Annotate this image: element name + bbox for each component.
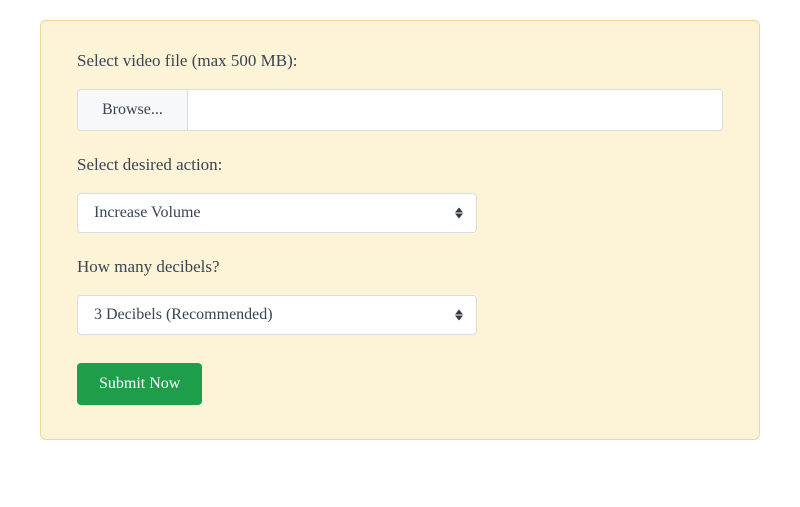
decibels-select-wrapper: 3 Decibels (Recommended) (77, 295, 477, 335)
submit-button[interactable]: Submit Now (77, 363, 202, 405)
action-field-group: Select desired action: Increase Volume (77, 155, 723, 233)
action-select[interactable]: Increase Volume (77, 193, 477, 233)
action-select-wrapper: Increase Volume (77, 193, 477, 233)
decibels-field-label: How many decibels? (77, 257, 723, 277)
decibels-select[interactable]: 3 Decibels (Recommended) (77, 295, 477, 335)
file-name-display (187, 89, 723, 131)
file-field-group: Select video file (max 500 MB): Browse..… (77, 51, 723, 131)
decibels-field-group: How many decibels? 3 Decibels (Recommend… (77, 257, 723, 335)
file-field-label: Select video file (max 500 MB): (77, 51, 723, 71)
file-input[interactable]: Browse... (77, 89, 723, 131)
action-field-label: Select desired action: (77, 155, 723, 175)
upload-form-panel: Select video file (max 500 MB): Browse..… (40, 20, 760, 440)
browse-button[interactable]: Browse... (77, 89, 187, 131)
